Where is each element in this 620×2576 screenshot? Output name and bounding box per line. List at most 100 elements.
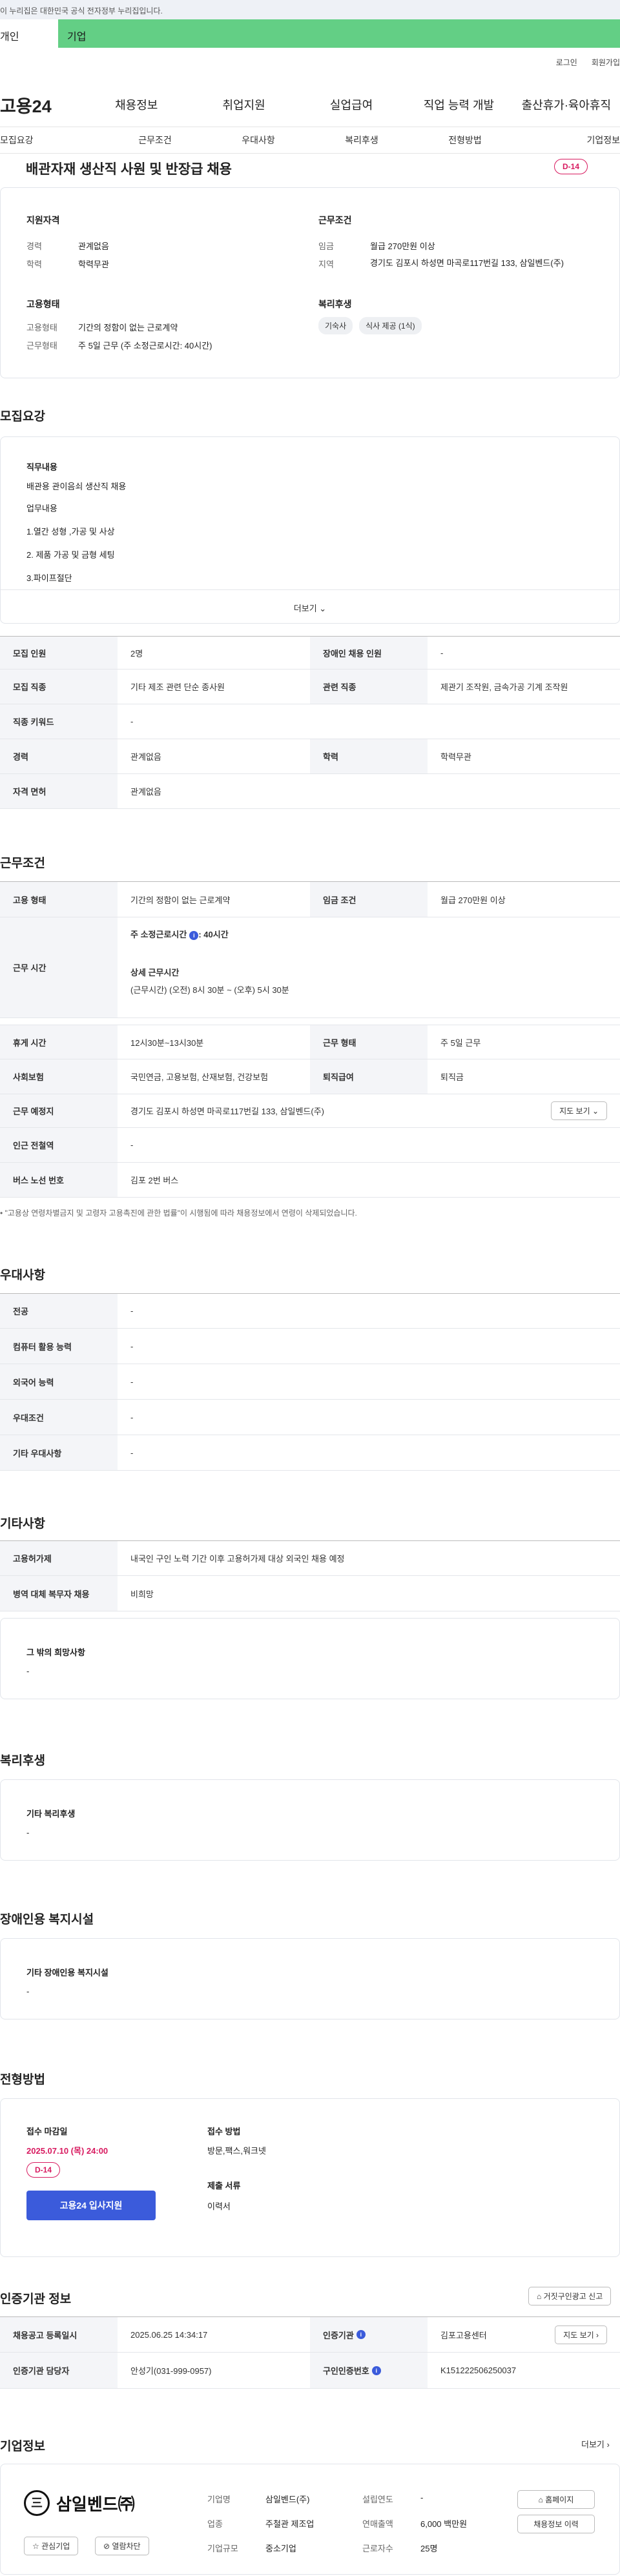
site-logo[interactable]: 고용24 <box>0 92 83 118</box>
emp-value: 기간의 정함이 없는 근로계약 <box>78 323 178 332</box>
td-pref-cond: - <box>130 1412 134 1422</box>
td-recruit-count: 2명 <box>130 648 143 659</box>
th-other-pref: 기타 우대사항 <box>0 1435 118 1470</box>
cond-section-title: 근무조건 <box>0 857 45 870</box>
login-link[interactable]: 로그인 <box>556 57 577 68</box>
method-label: 접수 방법 <box>207 2127 241 2136</box>
subnav-process[interactable]: 전형방법 <box>413 134 517 147</box>
company-size-label: 기업규모 <box>207 2544 238 2553</box>
td-wage: 월급 270만원 이상 <box>440 895 506 905</box>
map-button[interactable]: 지도 보기 ⌄ <box>551 1101 607 1120</box>
th-emp-type: 고용 형태 <box>0 882 118 917</box>
duty-line: 3.파이프절단 <box>26 573 72 583</box>
th-retirement: 퇴직급여 <box>310 1059 428 1094</box>
info-icon[interactable]: i <box>356 2330 366 2339</box>
docs-value: 이력서 <box>207 2202 231 2211</box>
company-more-link[interactable]: 더보기 › <box>581 2438 610 2450</box>
location-value: 경기도 김포시 하성면 마곡로117번길 133, 삼일벤드(주) <box>130 1107 324 1116</box>
favorite-label: 관심기업 <box>41 2542 70 2551</box>
th-career: 경력 <box>0 739 118 773</box>
report-icon: ⌂ <box>537 2292 542 2301</box>
th-subway: 인근 전철역 <box>0 1128 118 1162</box>
apply-button[interactable]: 고용24 입사지원 <box>26 2191 156 2220</box>
other-wish-card: 그 밖의 희망사항 - <box>0 1618 620 1699</box>
td-work-location: 경기도 김포시 하성면 마곡로117번길 133, 삼일벤드(주) 지도 보기 … <box>118 1094 620 1127</box>
more-button[interactable]: 더보기 ⌄ <box>1 589 619 623</box>
area-value: 경기도 김포시 하성면 마곡로117번길 133, 삼일벤드(주) <box>370 258 564 268</box>
report-label: 거짓구인광고 신고 <box>543 2292 603 2301</box>
th-break: 휴게 시간 <box>0 1025 118 1059</box>
td-subway: - <box>130 1140 134 1150</box>
other-wish-title: 그 밖의 희망사항 <box>26 1648 85 1657</box>
favorite-company-button[interactable]: ☆ 관심기업 <box>24 2537 79 2555</box>
th-major: 전공 <box>0 1294 118 1328</box>
th-job-type: 모집 직종 <box>0 670 118 704</box>
gnb-jobs[interactable]: 채용정보 <box>83 96 190 113</box>
detail-hours-value: (근무시간) (오전) 8시 30분 ~ (오후) 5시 30분 <box>130 985 289 995</box>
th-wage: 임금 조건 <box>310 882 428 917</box>
company-card: 三 삼일벤드㈜ ☆ 관심기업 ⊘ 열람차단 기업명 삼일벤드(주) 설립연도 -… <box>0 2464 620 2575</box>
dday-badge: D-14 <box>554 159 588 174</box>
hiring-history-button[interactable]: 채용정보 이력 <box>517 2515 595 2533</box>
tab-company[interactable]: 기업 <box>58 19 620 48</box>
job-title: 배관자재 생산직 사원 및 반장급 채용 <box>26 162 232 177</box>
info-icon[interactable]: i <box>371 2366 381 2375</box>
th-language: 외국어 능력 <box>0 1364 118 1399</box>
duty-card: 직무내용 배관용 관이음쇠 생산직 채용 업무내용 1.열간 성형 ,가공 및 … <box>0 436 620 624</box>
duty-title: 직무내용 <box>26 462 57 472</box>
week-hours-value: : 40시간 <box>198 930 229 939</box>
employees-value: 25명 <box>420 2544 438 2553</box>
deadline-value: 2025.07.10 (목) 24:00 <box>26 2146 108 2156</box>
emp-label: 고용형태 <box>26 323 57 332</box>
td-cert-number: K151222506250037 <box>440 2366 517 2375</box>
th-cert-number: 구인인증번호 i <box>310 2353 428 2388</box>
agency-map-button[interactable]: 지도 보기 › <box>555 2325 607 2344</box>
subnav-conditions[interactable]: 근무조건 <box>103 134 207 147</box>
th-work-location: 근무 예정지 <box>0 1094 118 1127</box>
worktype-label: 근무형태 <box>26 341 57 351</box>
section-nav: 모집요강 근무조건 우대사항 복리후생 전형방법 기업정보 <box>0 127 620 154</box>
pref-section-title: 우대사항 <box>0 1269 45 1282</box>
th-work-hours: 근무 시간 <box>0 917 118 1017</box>
deadline-label: 접수 마감일 <box>26 2127 68 2136</box>
signup-link[interactable]: 회원가입 <box>592 57 620 68</box>
gnb-parental-leave[interactable]: 출산휴가·육아휴직 <box>513 96 620 113</box>
company-section-title: 기업정보 <box>0 2440 45 2453</box>
subnav-company[interactable]: 기업정보 <box>517 134 620 147</box>
welfare-card: 기타 복리후생 - <box>0 1779 620 1861</box>
chip-dormitory: 기숙사 <box>318 317 353 334</box>
false-ad-report-button[interactable]: ⌂ 거짓구인광고 신고 <box>528 2287 612 2305</box>
process-dday-badge: D-14 <box>26 2162 61 2178</box>
subnav-preferences[interactable]: 우대사항 <box>207 134 310 147</box>
block-view-button[interactable]: ⊘ 열람차단 <box>95 2537 149 2555</box>
edu-value: 학력무관 <box>78 260 109 269</box>
industry-value: 주철관 제조업 <box>265 2519 315 2529</box>
welfare-section-title: 복리후생 <box>0 1754 45 1768</box>
td-work-type: 주 5일 근무 <box>440 1038 481 1048</box>
tab-personal[interactable]: 개인 <box>0 19 58 48</box>
td-posted-at: 2025.06.25 14:34:17 <box>130 2329 208 2340</box>
homepage-button[interactable]: ⌂ 홈페이지 <box>517 2490 595 2509</box>
td-other-pref: - <box>130 1447 134 1458</box>
global-nav: 고용24 채용정보 취업지원 실업급여 직업 능력 개발 출산휴가·육아휴직 <box>0 92 620 118</box>
area-label: 지역 <box>318 260 334 269</box>
homepage-label: 홈페이지 <box>545 2495 574 2504</box>
th-work-permit: 고용허가제 <box>0 1541 118 1575</box>
td-education: 학력무관 <box>440 752 471 762</box>
gnb-skills[interactable]: 직업 능력 개발 <box>405 96 512 113</box>
emp-title: 고용형태 <box>26 299 60 309</box>
util-menu: 로그인 회원가입 <box>556 57 620 68</box>
subnav-recruit[interactable]: 모집요강 <box>0 134 103 147</box>
cert-label: 구인인증번호 <box>323 2366 369 2376</box>
td-computer: - <box>130 1341 134 1351</box>
chevron-down-icon: ⌄ <box>319 604 327 613</box>
td-job-keyword: - <box>130 717 134 726</box>
th-military: 병역 대체 복무자 채용 <box>0 1576 118 1611</box>
info-icon[interactable]: i <box>189 931 199 940</box>
age-note-text: "고용상 연령차별금지 및 고령자 고용촉진에 관한 법률"이 시행됨에 따라 … <box>5 1209 357 1218</box>
gnb-employment-support[interactable]: 취업지원 <box>190 96 297 113</box>
gnb-unemployment-benefit[interactable]: 실업급여 <box>298 96 405 113</box>
etc-section-title: 기타사항 <box>0 1517 45 1531</box>
th-bus: 버스 노선 번호 <box>0 1163 118 1197</box>
subnav-welfare[interactable]: 복리후생 <box>310 134 413 147</box>
